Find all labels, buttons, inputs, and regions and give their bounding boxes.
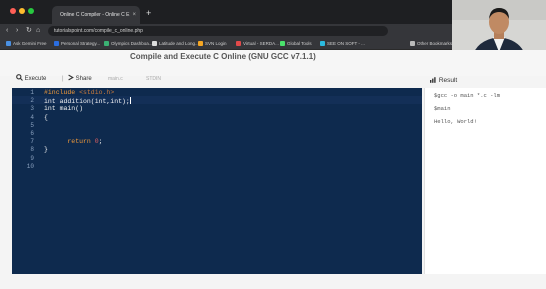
execute-button[interactable]: Execute [16,74,46,84]
code-line[interactable]: int main() [44,105,83,112]
bookmark-label: Other Bookmarks [417,41,453,46]
line-number: 9 [30,154,34,162]
home-icon[interactable]: ⌂ [36,26,40,36]
code-line[interactable]: return 0; [44,138,103,146]
tab-title: Online C Compiler - Online C E [60,12,130,18]
line-number-gutter: 1 2 3 4 5 6 7 8 9 10 [12,88,42,274]
code-token: <stdio.h> [79,89,115,96]
line-number: 10 [26,162,34,170]
file-tab[interactable]: main.c [108,74,123,84]
forward-icon[interactable]: › [16,26,18,36]
page-title: Compile and Execute C Online (GNU GCC v7… [130,52,316,61]
bookmark-label: Ask Gemini Free [13,41,47,46]
line-number: 7 [30,138,34,146]
bookmark-label: SVN Login [205,41,227,46]
result-title: Result [430,77,457,84]
bookmark-favicon-icon [54,41,59,46]
code-token: { [44,113,48,121]
code-line[interactable]: int addition(int,int); [44,97,131,105]
bookmark-favicon-icon [198,41,203,46]
bookmark-favicon-icon [152,41,157,46]
bookmark-label: Virtual - SERDA... [243,41,279,46]
back-icon[interactable]: ‹ [6,26,8,36]
bookmark-favicon-icon [104,41,109,46]
search-icon [16,74,23,81]
bookmark-item[interactable]: Other Bookmarks [410,40,452,48]
code-token: int addition(int,int); [44,98,130,106]
result-output-line: $gcc -o main *.c -lm [434,92,501,99]
bookmark-item[interactable]: SEE ON SOFT - ... [320,40,365,48]
share-button[interactable]: Share [68,74,92,84]
bookmark-label: Global Tools [287,41,312,46]
code-line[interactable]: { [44,114,48,121]
bookmark-item[interactable]: SVN Login [198,40,227,48]
bookmark-favicon-icon [280,41,285,46]
stdin-tab[interactable]: STDIN [146,74,161,84]
code-line[interactable]: } [44,146,48,153]
close-window-icon[interactable] [10,8,16,14]
tab-close-icon[interactable]: × [132,6,136,24]
result-output-line: $main [434,105,451,112]
code-line[interactable]: #include <stdio.h> [44,89,114,96]
text-cursor [129,97,131,105]
result-panel [424,88,546,274]
code-token: return [67,138,95,146]
line-number: 8 [30,146,34,154]
bookmark-label: SEE ON SOFT - ... [327,41,365,46]
share-arrow-icon [68,74,74,81]
bookmark-favicon-icon [6,41,11,46]
code-editor[interactable]: 1 2 3 4 5 6 7 8 9 10 #include <stdio.h> int additi… [12,88,422,274]
reload-icon[interactable]: ↻ [26,26,32,36]
code-token: #include [44,89,80,96]
line-number: 1 [30,89,34,96]
line-number: 5 [30,121,34,129]
bookmark-item[interactable]: Olympics Dashboa... [104,40,153,48]
bookmark-label: Olympics Dashboa... [111,41,153,46]
bookmark-item[interactable]: Latitude and Long... [152,40,199,48]
code-token: ; [98,138,103,146]
browser-tab[interactable]: Online C Compiler - Online C E × [52,6,140,24]
page-header: Compile and Execute C Online (GNU GCC v7… [0,50,546,76]
bookmark-item[interactable]: Virtual - SERDA... [236,40,279,48]
share-label: Share [75,76,92,82]
bookmark-item[interactable]: Ask Gemini Free [6,40,47,48]
minimize-window-icon[interactable] [19,8,25,14]
bookmark-favicon-icon [320,41,325,46]
line-number: 2 [30,97,34,105]
bookmark-item[interactable]: Personal Strategy... [54,40,100,48]
line-number: 6 [30,130,34,137]
line-number: 3 [30,105,34,113]
line-number: 4 [30,113,34,121]
bookmark-label: Latitude and Long... [159,41,199,46]
url-input[interactable]: tutorialspoint.com/compile_c_online.php [48,26,388,36]
toolbar-divider: | [62,76,64,82]
chart-icon [430,77,436,83]
code-token: } [44,146,48,154]
bookmark-favicon-icon [236,41,241,46]
bookmark-label: Personal Strategy... [61,41,101,46]
bookmark-favicon-icon [410,41,415,46]
new-tab-button[interactable]: + [146,8,151,18]
result-title-label: Result [438,77,458,84]
code-token: int main() [44,105,84,113]
maximize-window-icon[interactable] [28,8,34,14]
bookmark-item[interactable]: Global Tools [280,40,312,48]
result-output-line: Hello, World! [434,118,477,125]
execute-label: Execute [24,76,47,82]
